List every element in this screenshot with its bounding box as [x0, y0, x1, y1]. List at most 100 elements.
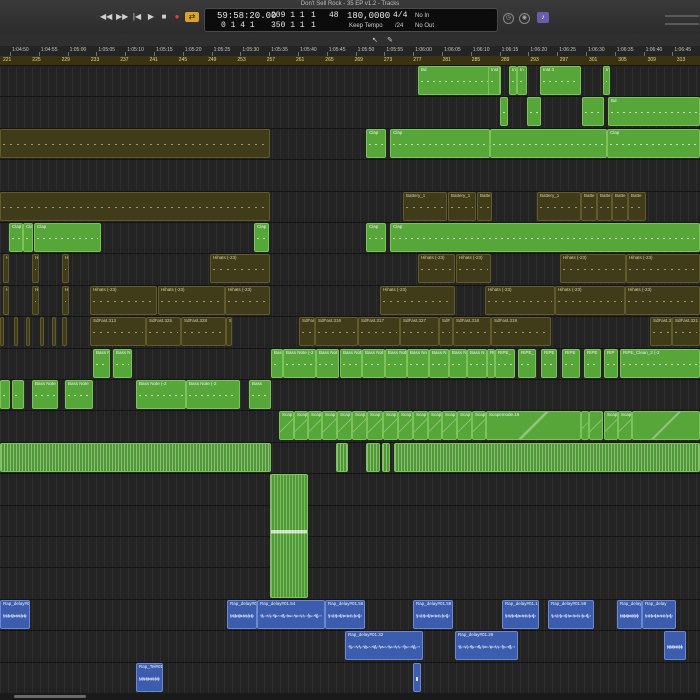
midi-region[interactable]: Hi [32, 286, 39, 315]
midi-region[interactable]: Bass N [113, 349, 132, 378]
midi-region[interactable]: Scap [618, 411, 632, 440]
midi-region[interactable]: Bass N [467, 349, 487, 378]
midi-region[interactable]: SdFas [299, 317, 315, 346]
midi-region[interactable]: Scap [279, 411, 294, 440]
midi-region[interactable] [490, 129, 607, 158]
midi-region[interactable]: RIPE [541, 349, 557, 378]
pencil-tool-icon[interactable]: ✎ [387, 36, 393, 44]
pointer-tool-icon[interactable]: ↖ [372, 36, 378, 44]
midi-region[interactable]: Hi [3, 254, 9, 283]
midi-region[interactable]: Hihats (-23) [485, 286, 555, 315]
midi-region[interactable] [12, 380, 24, 409]
midi-region[interactable]: Scap [322, 411, 337, 440]
audio-region[interactable]: Rap_delay#01.28 [455, 631, 518, 660]
midi-region[interactable]: SdFast.328 [181, 317, 226, 346]
midi-region[interactable]: Hihats (-23) [560, 254, 626, 283]
midi-region[interactable]: In [603, 66, 610, 95]
midi-region[interactable]: SdFast.325 [146, 317, 181, 346]
time-signature[interactable]: 4/4 [393, 11, 407, 20]
midi-region[interactable]: Hihats (-23) [456, 254, 491, 283]
midi-region[interactable]: Batte [477, 192, 492, 221]
midi-region[interactable] [366, 443, 380, 472]
horizontal-scrollbar[interactable] [0, 693, 700, 700]
rewind-button[interactable]: ◀◀ [100, 12, 112, 22]
cycle-button[interactable]: ⇄ [185, 12, 199, 22]
midi-region[interactable]: Hihats (-23) [380, 286, 455, 315]
tracks-area[interactable]: Bd Inst In In Inst 3 In Bd Clap Clap Clap Battery_… [0, 65, 700, 693]
midi-region[interactable]: Bass Note (-2 [136, 380, 186, 409]
midi-region[interactable]: SdFast.316 [315, 317, 358, 346]
midi-region[interactable]: Bass N [449, 349, 467, 378]
midi-region[interactable] [0, 129, 270, 158]
midi-region[interactable] [0, 443, 271, 472]
lcd-display[interactable]: 59:58:20.00 0 1 4 1 209 1 1 350 1 1 1 1 … [204, 8, 699, 32]
audio-region[interactable]: Rap_delay#01.56 [325, 600, 365, 629]
midi-region[interactable]: Clap [607, 129, 700, 158]
midi-region[interactable]: Hihats (-23) [225, 286, 270, 315]
midi-region[interactable]: Hihats (-23) [625, 286, 700, 315]
midi-region[interactable]: Clap [254, 223, 269, 252]
midi-region[interactable]: SdFast.321 [672, 317, 700, 346]
midi-region[interactable] [632, 411, 700, 440]
midi-region[interactable] [527, 97, 541, 126]
midi-region[interactable]: Scap [352, 411, 367, 440]
audio-region[interactable]: Rap_delay [642, 600, 676, 629]
midi-region[interactable]: S [226, 317, 232, 346]
midi-region[interactable]: Hihats (-23) [210, 254, 270, 283]
midi-region[interactable]: Bass Not [340, 349, 362, 378]
midi-region[interactable]: Scap [472, 411, 486, 440]
midi-region[interactable]: Bass [249, 380, 271, 409]
midi-region[interactable]: Hi [32, 254, 39, 283]
midi-region[interactable]: Clap [390, 223, 700, 252]
midi-region[interactable]: Bass Not [362, 349, 385, 378]
midi-region[interactable] [581, 411, 589, 440]
midi-region[interactable] [336, 443, 348, 472]
midi-region[interactable]: SdFast.313 [90, 317, 146, 346]
midi-region[interactable]: Scap [367, 411, 383, 440]
midi-region[interactable]: Hihats (-23) [158, 286, 225, 315]
scrollbar-thumb[interactable] [14, 695, 86, 698]
midi-region[interactable] [394, 443, 700, 472]
audio-region[interactable]: Rap_delay#01.58 [548, 600, 594, 629]
midi-region[interactable]: RIP [487, 349, 495, 378]
forward-button[interactable]: ▶▶ [116, 12, 128, 22]
midi-region[interactable]: Bass Note [65, 380, 93, 409]
audio-region[interactable]: Rap_Tel#01.3 [136, 663, 163, 692]
midi-region[interactable]: Scap [294, 411, 308, 440]
midi-region[interactable]: Inst 3 [540, 66, 581, 95]
audio-region[interactable]: Rap_delay#0 [227, 600, 257, 629]
midi-region[interactable]: Battery_1 [403, 192, 447, 221]
record-button[interactable]: ● [172, 12, 182, 22]
midi-region[interactable]: Scap [383, 411, 398, 440]
midi-region[interactable] [500, 97, 508, 126]
audio-region[interactable]: Rap_delay#01.59 [413, 600, 453, 629]
midi-region[interactable] [40, 317, 44, 346]
tempo-value[interactable]: 180,0000 [347, 11, 390, 21]
midi-region[interactable] [62, 317, 67, 346]
count-in-icon[interactable]: ◉ [519, 13, 530, 24]
midi-region[interactable] [589, 411, 603, 440]
midi-region[interactable] [270, 474, 308, 598]
midi-region[interactable]: SdFast.319 [491, 317, 551, 346]
midi-region[interactable]: Hi [62, 286, 69, 315]
audio-region[interactable] [664, 631, 686, 660]
tuner-icon[interactable]: ♪ [537, 12, 549, 23]
division[interactable]: /24 [395, 23, 403, 29]
midi-region[interactable]: Bass N [93, 349, 110, 378]
midi-region[interactable]: RIPE_ [518, 349, 536, 378]
midi-region[interactable]: In [517, 66, 527, 95]
midi-region[interactable]: Hihats (-23) [418, 254, 455, 283]
midi-region[interactable] [26, 317, 30, 346]
midi-region[interactable]: RIPE_Clean_2 (-2 [620, 349, 700, 378]
midi-region[interactable]: Scap [337, 411, 352, 440]
midi-region[interactable]: RIPE [584, 349, 601, 378]
midi-region[interactable]: Hihats (-23) [90, 286, 157, 315]
midi-region[interactable]: RIPE_ [495, 349, 515, 378]
metronome-icon[interactable]: ◷ [503, 13, 514, 24]
midi-region[interactable]: Hihats (-23) [555, 286, 625, 315]
midi-region[interactable]: Clap [23, 223, 33, 252]
audio-region[interactable]: Rap_delay#01.4 [0, 600, 30, 629]
midi-region[interactable]: Hi [3, 286, 9, 315]
audio-region[interactable]: Rap_delay#01.32 [345, 631, 423, 660]
midi-region[interactable]: Bass Not [385, 349, 407, 378]
